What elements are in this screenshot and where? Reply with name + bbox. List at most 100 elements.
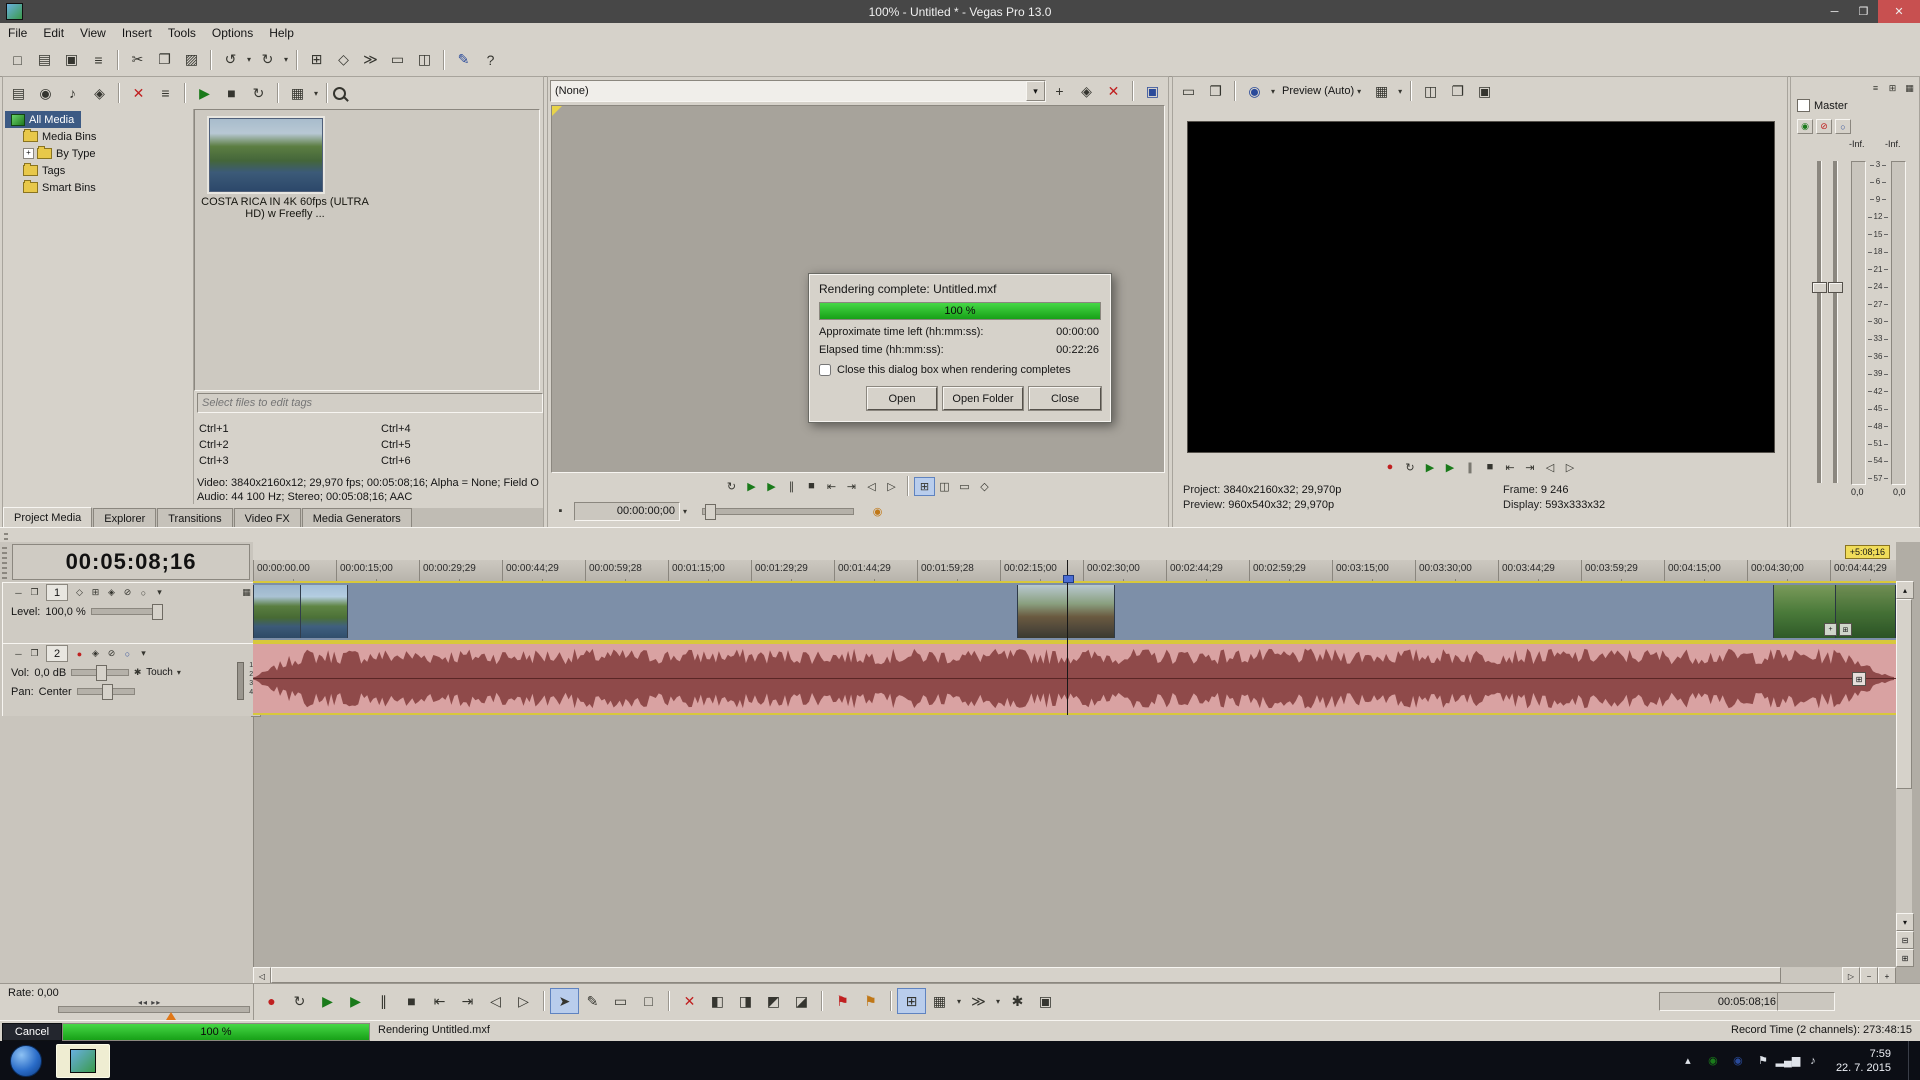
- next-frame-icon[interactable]: ▷: [510, 989, 537, 1013]
- go-to-end-icon[interactable]: ⇥: [842, 478, 861, 495]
- copy-snapshot-icon[interactable]: ❐: [1444, 79, 1471, 103]
- fade-in-icon[interactable]: ◩: [760, 989, 787, 1013]
- search-icon[interactable]: [333, 86, 346, 100]
- add-plugin-icon[interactable]: +: [1046, 79, 1073, 103]
- insert-marker-icon[interactable]: ⚑: [829, 989, 856, 1013]
- bypass-motion-blur-icon[interactable]: ◇: [72, 586, 87, 600]
- clip-thumbnail-image[interactable]: [207, 116, 325, 194]
- scrollbar-thumb[interactable]: [1896, 599, 1912, 790]
- automatic-crossfades-icon[interactable]: ◇: [330, 48, 357, 72]
- trimmer-shuttle-slider[interactable]: [702, 503, 854, 520]
- trimmer-time-display[interactable]: 00:00:00;00: [574, 501, 680, 521]
- solo-icon[interactable]: ○: [1835, 119, 1851, 134]
- minimize-track-icon[interactable]: ─: [11, 586, 26, 600]
- overlays-grid-icon[interactable]: ▦: [1368, 79, 1395, 103]
- open-button[interactable]: Open: [866, 386, 938, 411]
- solo-icon[interactable]: ○: [136, 586, 151, 600]
- tab-explorer[interactable]: Explorer: [93, 508, 157, 528]
- dock-window-icon[interactable]: ▣: [1139, 79, 1166, 103]
- fader-handle[interactable]: [1828, 282, 1843, 293]
- menu-edit[interactable]: Edit: [35, 26, 72, 40]
- normal-edit-tool-icon[interactable]: ➤: [550, 988, 579, 1014]
- network-icon[interactable]: ▂▄▆: [1776, 1053, 1801, 1069]
- auto-ripple-icon[interactable]: ≫: [965, 989, 992, 1013]
- remove-media-icon[interactable]: ✕: [125, 81, 152, 105]
- vegas-app-icon[interactable]: [6, 3, 23, 20]
- event-gain-handle[interactable]: ⊞: [1852, 672, 1866, 686]
- time-ruler[interactable]: 00:00:00.00 00:00:15;00 00:00:29;29 00:00:4…: [253, 560, 1896, 582]
- title-bar[interactable]: 100% - Untitled * - Vegas Pro 13.0 ─ ❐ ✕: [0, 0, 1920, 23]
- tree-item-all-media[interactable]: All Media: [5, 111, 81, 128]
- timeline-horizontal-scrollbar[interactable]: ◁ ▷ − +: [253, 967, 1896, 985]
- previous-frame-icon[interactable]: ◁: [1541, 459, 1560, 476]
- import-media-icon[interactable]: ▤: [5, 81, 32, 105]
- marker-bar[interactable]: +5:08;16: [253, 542, 1896, 561]
- event-fx-icon[interactable]: +: [1824, 623, 1837, 636]
- fit-to-fill-icon[interactable]: ▭: [955, 478, 974, 495]
- scroll-down-icon[interactable]: ▾: [1896, 913, 1914, 931]
- edit-cursor-handle[interactable]: [1063, 575, 1074, 583]
- envelope-edit-tool-icon[interactable]: ✎: [579, 989, 606, 1013]
- minimize-track-icon[interactable]: ─: [11, 647, 26, 661]
- expander-plus-icon[interactable]: +: [23, 148, 34, 159]
- track-fx-icon[interactable]: ◈: [104, 586, 119, 600]
- loop-playback-icon[interactable]: ↻: [286, 989, 313, 1013]
- minimize-button[interactable]: ─: [1820, 0, 1849, 23]
- record-icon[interactable]: ●: [1381, 459, 1400, 476]
- zoom-edit-tool-icon[interactable]: □: [635, 989, 662, 1013]
- selection-length-box[interactable]: [1777, 992, 1835, 1011]
- cursor-time-display[interactable]: 00:05:08;16: [12, 544, 250, 580]
- end-marker-tag[interactable]: +5:08;16: [1844, 545, 1890, 559]
- plugin-chain-icon[interactable]: ◈: [1073, 79, 1100, 103]
- start-preview-icon[interactable]: ▶: [191, 81, 218, 105]
- go-to-start-icon[interactable]: ⇤: [822, 478, 841, 495]
- save-snapshot-icon[interactable]: ▣: [1471, 79, 1498, 103]
- arm-record-icon[interactable]: ●: [72, 647, 87, 661]
- mixer-icon[interactable]: ▣: [1032, 989, 1059, 1013]
- next-frame-icon[interactable]: ▷: [1561, 459, 1580, 476]
- timeline-vertical-scrollbar[interactable]: ▴ ▾ ⊟ ⊞: [1896, 581, 1914, 967]
- taskbar-vegas-button[interactable]: [56, 1043, 110, 1078]
- close-button[interactable]: ✕: [1878, 0, 1920, 23]
- master-fader-left[interactable]: [1817, 161, 1822, 483]
- open-folder-button[interactable]: Open Folder: [942, 386, 1024, 411]
- add-bus-icon[interactable]: ⊞: [1885, 81, 1900, 95]
- play-icon[interactable]: ▶: [1441, 459, 1460, 476]
- video-track[interactable]: + ⊞: [253, 581, 1896, 642]
- update-tray-icon[interactable]: ◉: [1730, 1053, 1746, 1069]
- bus-fx-icon[interactable]: ◉: [1797, 119, 1813, 134]
- video-track-header[interactable]: ─ ❐ 1 ◇ ⊞ ◈ ⊘ ○ ▾ ▦ Level: 100,0 %: [2, 582, 261, 644]
- split-event-icon[interactable]: ✕: [676, 989, 703, 1013]
- track-number[interactable]: 1: [46, 584, 68, 601]
- views-icon[interactable]: ▦: [284, 81, 311, 105]
- trim-end-icon[interactable]: ◨: [732, 989, 759, 1013]
- loop-playback-icon[interactable]: ↻: [722, 478, 741, 495]
- save-snapshot-icon[interactable]: ◉: [868, 503, 887, 520]
- tree-item-by-type[interactable]: + By Type: [5, 145, 193, 162]
- lock-envelopes-icon[interactable]: ▭: [384, 48, 411, 72]
- event-tools-icon[interactable]: ✱: [1004, 989, 1031, 1013]
- solo-icon[interactable]: ○: [120, 647, 135, 661]
- master-fader-right[interactable]: [1833, 161, 1838, 483]
- sync-cursor-icon[interactable]: ▪: [551, 503, 570, 520]
- go-to-start-icon[interactable]: ⇤: [1501, 459, 1520, 476]
- menu-tools[interactable]: Tools: [160, 26, 204, 40]
- zoom-out-track-icon[interactable]: ⊟: [1896, 931, 1914, 949]
- automation-settings-icon[interactable]: ▾: [136, 647, 151, 661]
- undo-icon[interactable]: ↺: [217, 48, 244, 72]
- cut-icon[interactable]: ✂: [124, 48, 151, 72]
- record-icon[interactable]: ●: [258, 989, 285, 1013]
- enable-snapping-icon[interactable]: ⊞: [897, 988, 926, 1014]
- chevron-down-icon[interactable]: ▾: [1395, 79, 1405, 103]
- track-pan-slider[interactable]: [76, 684, 135, 700]
- chevron-down-icon[interactable]: ▾: [993, 989, 1003, 1013]
- capture-video-icon[interactable]: ◉: [32, 81, 59, 105]
- event-pan-crop-icon[interactable]: ⊞: [1839, 623, 1852, 636]
- external-monitor-icon[interactable]: ▭: [1175, 79, 1202, 103]
- split-screen-view-icon[interactable]: ◫: [1417, 79, 1444, 103]
- redo-dropdown-icon[interactable]: ▾: [281, 48, 291, 72]
- fader-handle[interactable]: [1812, 282, 1827, 293]
- tray-expand-icon[interactable]: ▴: [1680, 1053, 1696, 1069]
- new-project-icon[interactable]: □: [4, 48, 31, 72]
- taskbar-clock[interactable]: 7:59 22. 7. 2015: [1836, 1047, 1891, 1075]
